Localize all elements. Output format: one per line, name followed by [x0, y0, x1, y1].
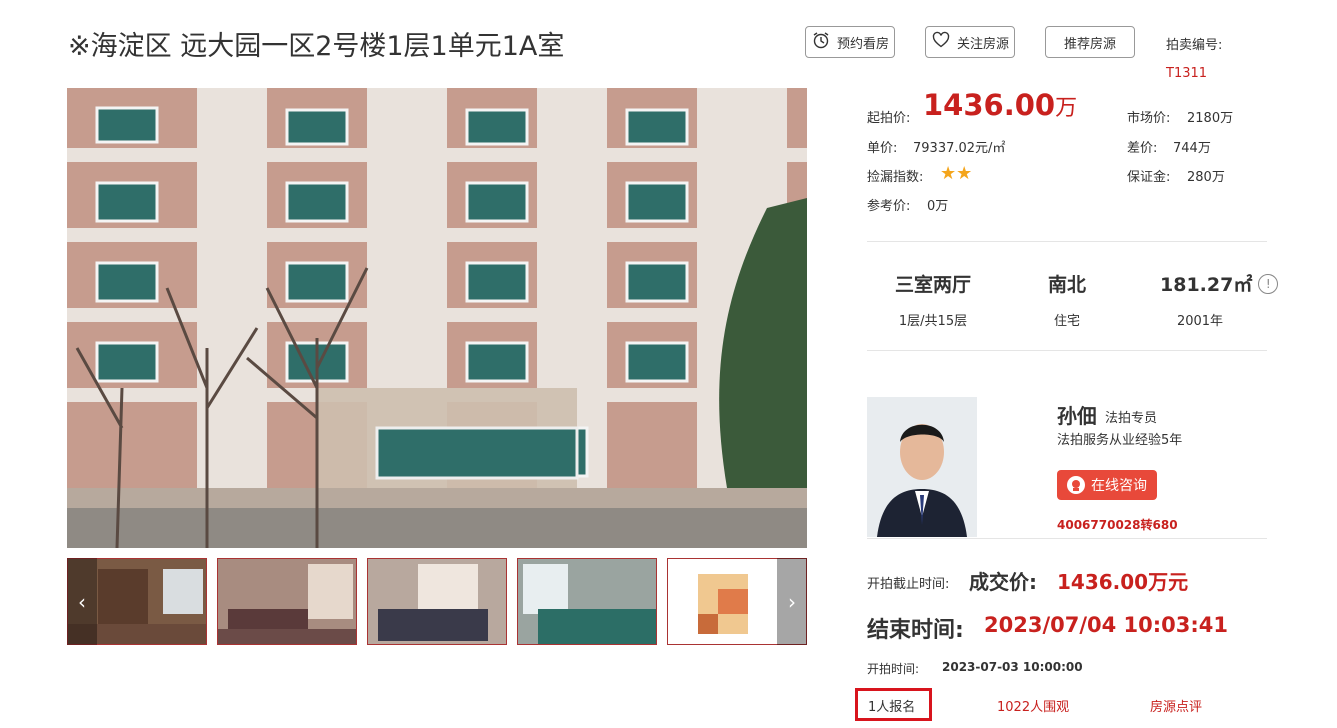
book-viewing-button[interactable]: 预约看房 [805, 26, 895, 58]
start-price: 1436.00万 [923, 88, 1077, 122]
usage-value: 住宅 [1053, 314, 1080, 329]
online-consult-button[interactable]: 在线咨询 [1057, 470, 1157, 500]
agent-name: 孙佃 [1057, 404, 1097, 428]
alarm-clock-icon [811, 30, 831, 54]
property-review-link[interactable]: 房源点评 [1150, 696, 1202, 715]
start-time-value: 2023-07-03 10:00:00 [942, 660, 1083, 674]
unit-price-label: 单价: [867, 141, 898, 156]
start-price-unit: 万 [1055, 96, 1078, 121]
orientation-value: 南北 [1047, 274, 1086, 296]
floor-value: 1层/共15层 [898, 314, 968, 329]
page-title: ※海淀区 远大园一区2号楼1层1单元1A室 [68, 31, 565, 62]
reference-price-label: 参考价: [867, 199, 911, 214]
agent-experience: 法拍服务从业经验5年 [1057, 433, 1183, 448]
price-diff-label: 差价: [1127, 141, 1158, 156]
price-diff-value: 744万 [1173, 141, 1211, 156]
agent-avatar [867, 397, 977, 537]
agent-phone[interactable]: 4006770028转680 [1057, 516, 1178, 533]
online-consult-label: 在线咨询 [1091, 478, 1147, 494]
deadline-label: 开拍截止时间: [867, 577, 950, 592]
area-value: 181.27㎡ [1160, 274, 1253, 296]
deposit-label: 保证金: [1127, 170, 1171, 185]
auction-number: T1311 [1166, 66, 1208, 81]
recommend-button[interactable]: 推荐房源 [1045, 26, 1135, 58]
recommend-label: 推荐房源 [1063, 36, 1116, 52]
carousel-next-button[interactable]: › [777, 558, 807, 645]
divider [867, 350, 1267, 351]
chevron-left-icon: ‹ [78, 589, 86, 614]
end-time-value: 2023/07/04 10:03:41 [984, 613, 1229, 637]
bargain-index-label: 捡漏指数: [867, 170, 924, 185]
book-viewing-label: 预约看房 [836, 36, 889, 52]
auction-number-label: 拍卖编号: [1166, 38, 1223, 53]
end-time-label: 结束时间: [867, 618, 964, 643]
main-property-photo[interactable] [67, 88, 807, 548]
thumbnail-3[interactable] [367, 558, 507, 645]
carousel-prev-button[interactable]: ‹ [67, 558, 97, 645]
divider [867, 241, 1267, 242]
star-icon: ★ [940, 163, 957, 184]
bargain-index-stars: ★★ [940, 163, 972, 184]
area: 181.27㎡ ! [1160, 270, 1279, 297]
deal-price-label: 成交价: [969, 570, 1037, 594]
star-icon: ★ [956, 163, 973, 184]
heart-icon [931, 30, 951, 54]
reference-price-value: 0万 [927, 199, 949, 214]
follow-button[interactable]: 关注房源 [925, 26, 1015, 58]
start-price-value: 1436.00 [923, 88, 1056, 122]
divider [867, 538, 1267, 539]
layout-value: 三室两厅 [894, 274, 971, 296]
start-time-label: 开拍时间: [867, 662, 920, 676]
start-price-label: 起拍价: [867, 111, 911, 126]
deal-price-value: 1436.00万元 [1057, 570, 1189, 594]
signup-count[interactable]: 1人报名 [868, 696, 915, 715]
year-value: 2001年 [1176, 314, 1224, 329]
info-icon[interactable]: ! [1258, 273, 1279, 294]
viewer-count[interactable]: 1022人围观 [997, 696, 1069, 715]
chevron-right-icon: › [788, 589, 796, 614]
thumbnail-2[interactable] [217, 558, 357, 645]
unit-price-value: 79337.02元/㎡ [913, 141, 1006, 156]
follow-label: 关注房源 [956, 36, 1009, 52]
deposit-value: 280万 [1187, 170, 1225, 185]
thumbnail-4[interactable] [517, 558, 657, 645]
market-price-value: 2180万 [1187, 111, 1234, 126]
agent-title: 法拍专员 [1105, 411, 1158, 426]
market-price-label: 市场价: [1127, 111, 1171, 126]
chat-avatar-icon [1067, 476, 1085, 494]
